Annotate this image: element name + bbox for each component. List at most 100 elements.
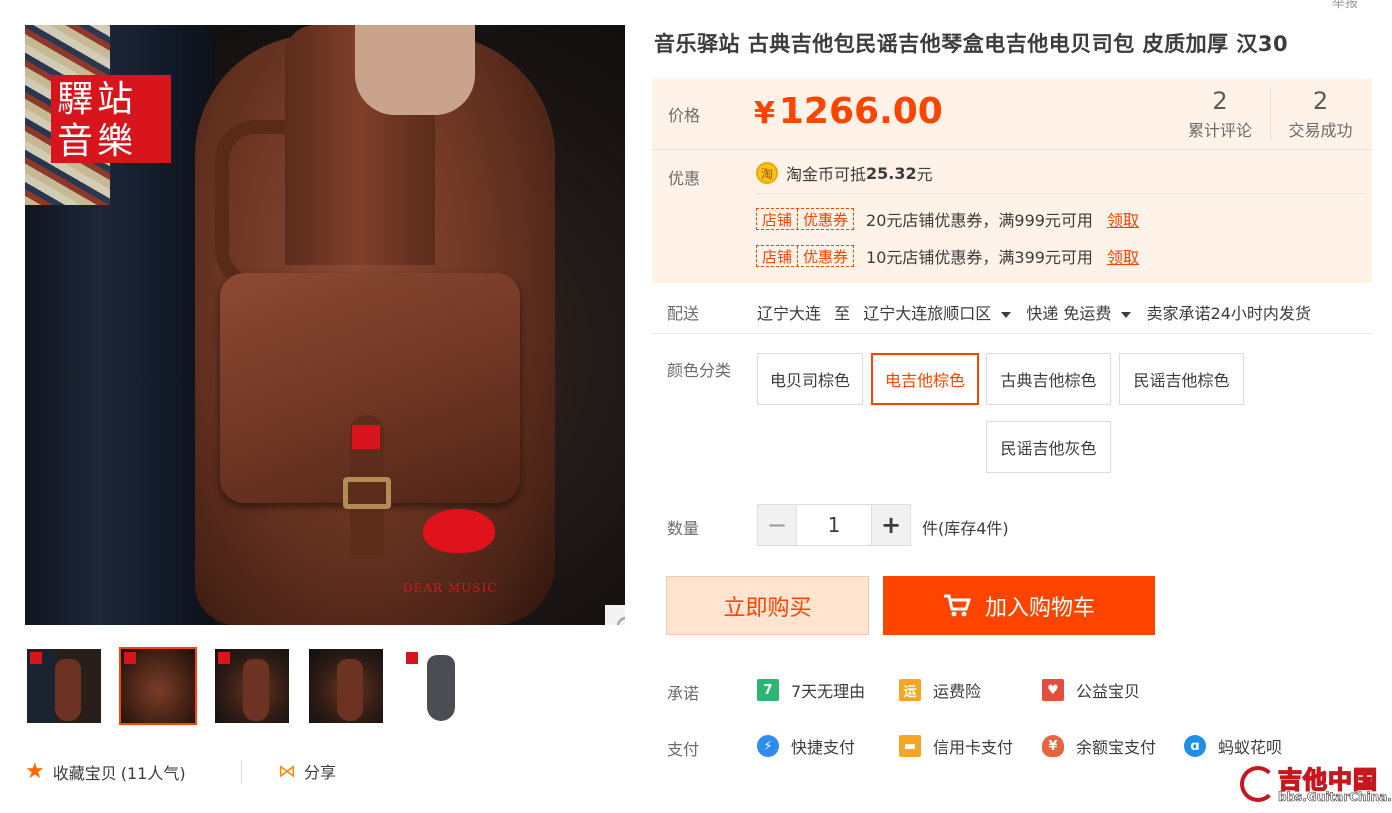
- coupon-tag: 店铺 优惠券: [756, 245, 855, 267]
- share-icon: ⋈: [278, 760, 296, 782]
- color-option[interactable]: 民谣吉他棕色: [1119, 353, 1244, 405]
- claim-coupon-link[interactable]: 领取: [1107, 207, 1139, 231]
- payment-text: 信用卡支付: [933, 738, 1014, 757]
- coin-suffix: 元: [916, 165, 933, 184]
- shop-logo: 驛站 音樂: [51, 75, 171, 163]
- color-option[interactable]: 古典吉他棕色: [986, 353, 1111, 405]
- coupon-tag-type: 优惠券: [797, 208, 853, 230]
- thumbnail-bag: [55, 659, 81, 721]
- seven-day-icon: 7: [757, 679, 779, 701]
- coupon-tag-shop: 店铺: [762, 210, 793, 229]
- promise-shipping-insurance[interactable]: 运运费险: [899, 678, 981, 702]
- favorite-label: 收藏宝贝: [52, 763, 117, 783]
- yuebao-icon: ¥: [1042, 735, 1064, 757]
- share-button[interactable]: ⋈ 分享: [278, 759, 336, 783]
- decrease-button[interactable]: −: [757, 504, 797, 546]
- favorite-button[interactable]: ★ 收藏宝贝 (11人气): [25, 759, 186, 784]
- payment-text: 快捷支付: [791, 738, 856, 757]
- coin-amount: 25.32: [866, 163, 917, 183]
- coupon-row: 店铺 优惠券 20元店铺优惠券，满999元可用 领取: [756, 207, 1139, 231]
- coupon-row: 店铺 优惠券 10元店铺优惠券，满399元可用 领取: [756, 244, 1139, 268]
- color-option-selected[interactable]: 电吉他棕色: [871, 353, 979, 405]
- main-product-image[interactable]: DEAR MUSIC 驛站 音樂: [25, 25, 625, 625]
- thumbnail-badge: [30, 652, 42, 664]
- ship-promise: 卖家承诺24小时内发货: [1146, 304, 1311, 323]
- star-icon: ★: [25, 759, 45, 784]
- promise-text: 公益宝贝: [1076, 682, 1141, 701]
- payment-text: 余额宝支付: [1076, 738, 1157, 757]
- price-label: 价格: [668, 106, 701, 125]
- promise-seven-day[interactable]: 7 7天无理由: [757, 678, 865, 702]
- thumbnail-badge: [406, 652, 418, 664]
- thumbnail-strip: [25, 647, 479, 725]
- zoom-button[interactable]: [605, 605, 625, 625]
- promise-text: 7天无理由: [791, 682, 866, 701]
- share-label: 分享: [304, 763, 337, 782]
- chevron-down-icon: [1001, 311, 1012, 318]
- divider: [241, 760, 242, 784]
- color-label: 颜色分类: [667, 361, 732, 380]
- quantity-label: 数量: [667, 519, 700, 538]
- stock-text: 件(库存4件): [922, 519, 1009, 538]
- shipping-insurance-icon: 运: [899, 679, 921, 701]
- promise-text: 运费险: [933, 682, 982, 701]
- promise-charity[interactable]: ♥ 公益宝贝: [1042, 678, 1140, 702]
- shipping-label: 配送: [667, 304, 700, 323]
- color-option[interactable]: 电贝司棕色: [757, 353, 863, 405]
- ship-to-select[interactable]: 辽宁大连旅顺口区: [863, 304, 1021, 323]
- reviews-label: 累计评论: [1187, 121, 1252, 140]
- favorite-count: (11人气): [120, 763, 186, 783]
- coupon-tag: 店铺 优惠券: [756, 208, 855, 230]
- deals-count: 2: [1312, 87, 1329, 115]
- coin-prefix: 淘金币可抵: [786, 165, 867, 184]
- deals-stat[interactable]: 2 交易成功: [1270, 87, 1370, 141]
- quantity-input[interactable]: 1: [797, 504, 871, 546]
- reviews-stat[interactable]: 2 累计评论: [1170, 87, 1270, 141]
- add-to-cart-label: 加入购物车: [984, 595, 1095, 621]
- payment-label: 支付: [667, 740, 700, 759]
- quick-pay-icon: ⚡: [757, 735, 779, 757]
- thumbnail-bag: [243, 659, 269, 721]
- thumbnail-badge: [218, 652, 230, 664]
- thumbnail-4[interactable]: [307, 647, 385, 725]
- product-title: 音乐驿站 古典吉他包民谣吉他琴盒电吉他电贝司包 皮质加厚 汉30: [654, 32, 1289, 56]
- claim-coupon-link[interactable]: 领取: [1107, 244, 1139, 268]
- cart-icon: [943, 594, 971, 616]
- price-value: ¥1266.00: [754, 91, 943, 132]
- buckle: [343, 477, 391, 509]
- thumbnail-3[interactable]: [213, 647, 291, 725]
- coupon-tag-type: 优惠券: [797, 245, 853, 267]
- coupon-text: 20元店铺优惠券，满999元可用: [866, 211, 1093, 230]
- thumbnail-5[interactable]: [401, 647, 479, 725]
- increase-button[interactable]: +: [871, 504, 911, 546]
- payment-huabei[interactable]: ɑ 蚂蚁花呗: [1184, 734, 1282, 758]
- payment-credit-card[interactable]: ▬ 信用卡支付: [899, 734, 1013, 758]
- ship-method: 快递 免运费: [1026, 304, 1112, 323]
- divider: [652, 333, 1372, 334]
- divider: [652, 149, 1372, 150]
- report-link[interactable]: 举报: [1332, 0, 1358, 11]
- thumbnail-bag: [427, 655, 455, 721]
- bag-strap: [215, 120, 285, 290]
- promise-label: 承诺: [667, 684, 700, 703]
- buy-now-button[interactable]: 立即购买: [666, 576, 869, 635]
- price-amount: 1266.00: [778, 91, 943, 132]
- ship-method-select[interactable]: 快递 免运费: [1026, 304, 1141, 323]
- price-panel: 价格 ¥1266.00 2 累计评论 2 交易成功 优惠 淘 淘金币可抵 25.3…: [652, 79, 1372, 283]
- taojinbi-row: 淘 淘金币可抵 25.32 元: [756, 161, 933, 185]
- color-option[interactable]: 民谣吉他灰色: [986, 421, 1111, 473]
- reviews-count: 2: [1212, 87, 1228, 115]
- site-watermark: 吉他中国 bbs.GuitarChina.com: [1238, 758, 1392, 808]
- watermark-url: bbs.GuitarChina.com: [1278, 790, 1392, 805]
- thumbnail-badge: [124, 652, 136, 664]
- add-to-cart-button[interactable]: 加入购物车: [883, 576, 1155, 635]
- payment-yuebao[interactable]: ¥ 余额宝支付: [1042, 734, 1156, 758]
- huabei-icon: ɑ: [1184, 735, 1206, 757]
- payment-quick[interactable]: ⚡ 快捷支付: [757, 734, 855, 758]
- thumbnail-2[interactable]: [119, 647, 197, 725]
- quantity-stepper: − 1 +: [757, 504, 911, 546]
- brand-tag: [352, 425, 380, 449]
- coupon-text: 10元店铺优惠券，满399元可用: [866, 248, 1093, 267]
- ship-from: 辽宁大连: [757, 304, 822, 323]
- thumbnail-1[interactable]: [25, 647, 103, 725]
